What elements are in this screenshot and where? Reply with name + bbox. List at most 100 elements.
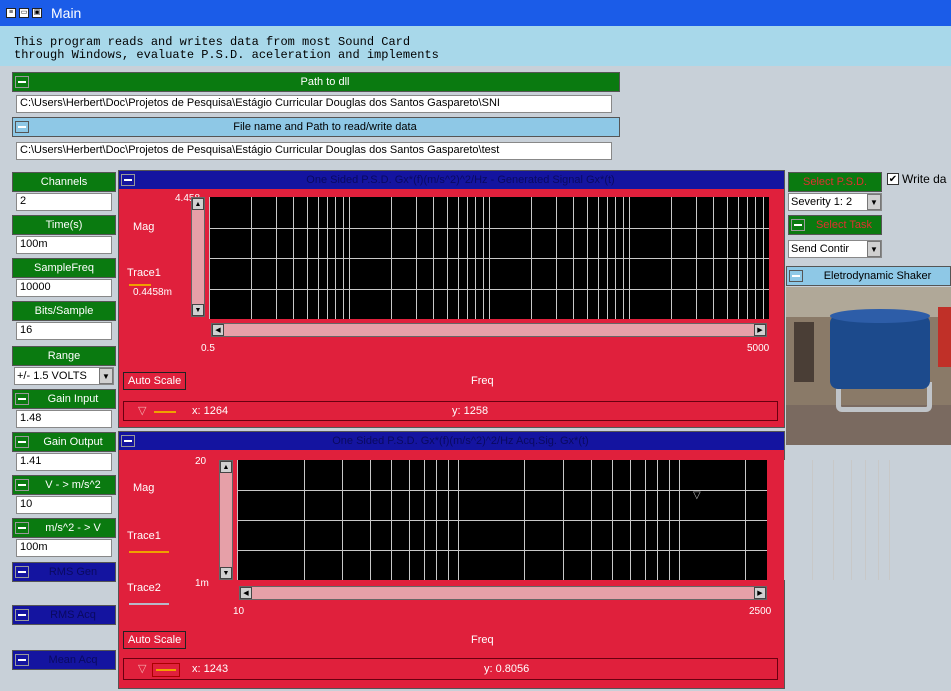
psd-generated-panel: One Sided P.S.D. Gx*(f)(m/s^2)^2/Hz - Ge…: [118, 170, 785, 428]
description-text: This program reads and writes data from …: [0, 26, 951, 66]
ms2-to-v-field[interactable]: 100m: [16, 539, 112, 557]
gain-input-label: Gain Input: [47, 393, 99, 405]
samplefreq-field[interactable]: 10000: [16, 279, 112, 297]
auto-scale-button[interactable]: Auto Scale: [123, 372, 187, 390]
cursor-x: x: 1264: [192, 405, 229, 417]
time-field[interactable]: 100m: [16, 236, 112, 254]
cursor-y: y: 1258: [452, 405, 489, 417]
collapse-icon[interactable]: [15, 522, 29, 534]
time-label: Time(s): [45, 219, 83, 231]
shaker-header: Eletrodynamic Shaker: [786, 266, 951, 286]
x-scrollbar[interactable]: ◀ ▶: [211, 323, 767, 337]
v-to-ms2-header: V - > m/s^2: [12, 475, 116, 495]
select-psd-label: Select P.S.D.: [803, 176, 867, 188]
y-axis-label: Mag: [133, 221, 155, 233]
scroll-up-icon[interactable]: ▲: [192, 198, 204, 210]
photo-equipment: [938, 307, 951, 367]
psd-generated-header: One Sided P.S.D. Gx*(f)(m/s^2)^2/Hz - Ge…: [119, 171, 784, 189]
bits-field[interactable]: 16: [16, 322, 112, 340]
rms-gen-header: RMS Gen: [12, 562, 116, 582]
select-psd-value: Severity 1: 2: [791, 196, 853, 208]
collapse-icon[interactable]: [15, 479, 29, 491]
collapse-icon[interactable]: [15, 609, 29, 621]
minimize-icon[interactable]: ▭: [19, 8, 29, 18]
collapse-icon[interactable]: [15, 393, 29, 405]
restore-icon[interactable]: ▣: [32, 8, 42, 18]
shaker-top: [830, 309, 930, 323]
grid-line: [833, 460, 834, 580]
select-task-dropdown[interactable]: Send Contir ▼: [788, 240, 882, 258]
scroll-down-icon[interactable]: ▼: [192, 304, 204, 316]
collapse-icon[interactable]: [15, 121, 29, 133]
select-psd-header: Select P.S.D.: [788, 172, 882, 192]
collapse-icon[interactable]: [15, 76, 29, 88]
gain-output-label: Gain Output: [43, 436, 103, 448]
scroll-left-icon[interactable]: ◀: [212, 324, 224, 336]
dll-path-field[interactable]: C:\Users\Herbert\Doc\Projetos de Pesquis…: [16, 95, 612, 113]
x-scrollbar[interactable]: ◀ ▶: [239, 586, 767, 600]
chevron-down-icon[interactable]: ▼: [867, 194, 881, 210]
grid-line: [889, 460, 891, 580]
cursor-triangle-icon[interactable]: ▽: [138, 404, 146, 417]
collapse-icon[interactable]: [15, 436, 29, 448]
datafile-header: File name and Path to read/write data: [12, 117, 620, 137]
grid-line: [209, 227, 769, 229]
scroll-left-icon[interactable]: ◀: [240, 587, 252, 599]
datafile-path-field[interactable]: C:\Users\Herbert\Doc\Projetos de Pesquis…: [16, 142, 612, 160]
scroll-right-icon[interactable]: ▶: [754, 587, 766, 599]
grid-line: [865, 460, 867, 580]
cursor-readout[interactable]: ▽ x: 1264 y: 1258: [123, 401, 778, 421]
collapse-icon[interactable]: [15, 654, 29, 666]
dll-header: Path to dll: [12, 72, 620, 92]
mean-acq-header: Mean Acq: [12, 650, 116, 670]
grid-line: [237, 550, 767, 551]
psd-acquired-header: One Sided P.S.D. Gx*(f)(m/s^2)^2/Hz Acq.…: [119, 432, 784, 450]
psd-generated-title: One Sided P.S.D. Gx*(f)(m/s^2)^2/Hz - Ge…: [306, 174, 615, 186]
bits-label: Bits/Sample: [34, 305, 94, 317]
collapse-icon[interactable]: [15, 566, 29, 578]
range-header: Range: [12, 346, 116, 366]
window-title: Main: [51, 5, 82, 21]
window-titlebar: ≡ ▭ ▣ Main: [0, 0, 951, 26]
auto-scale-button[interactable]: Auto Scale: [123, 631, 187, 649]
collapse-icon[interactable]: [789, 270, 803, 282]
trace2-swatch: [129, 603, 169, 605]
select-psd-dropdown[interactable]: Severity 1: 2 ▼: [788, 193, 882, 211]
cursor-marker-icon[interactable]: ▽: [693, 490, 701, 501]
cursor-swatch: [156, 669, 176, 671]
app-icon[interactable]: ≡: [6, 8, 16, 18]
x-max-label: 2500: [749, 606, 772, 617]
psd-generated-plot-area[interactable]: [209, 197, 769, 319]
v-to-ms2-field[interactable]: 10: [16, 496, 112, 514]
select-task-value: Send Contir: [791, 243, 850, 255]
scroll-up-icon[interactable]: ▲: [220, 461, 232, 473]
range-label: Range: [47, 350, 81, 362]
chevron-down-icon[interactable]: ▼: [867, 241, 881, 257]
gain-input-field[interactable]: 1.48: [16, 410, 112, 428]
rms-acq-header: RMS Acq: [12, 605, 116, 625]
shaker-label: Eletrodynamic Shaker: [823, 270, 932, 282]
trace1-label: Trace1: [127, 267, 161, 279]
scroll-right-icon[interactable]: ▶: [754, 324, 766, 336]
chevron-down-icon[interactable]: ▼: [99, 368, 113, 384]
gain-output-field[interactable]: 1.41: [16, 453, 112, 471]
channels-field[interactable]: 2: [16, 193, 112, 211]
y-scrollbar[interactable]: ▲ ▼: [191, 197, 205, 317]
collapse-icon[interactable]: [121, 435, 135, 447]
collapse-icon[interactable]: [121, 174, 135, 186]
trace2-label: Trace2: [127, 582, 161, 594]
grid-line: [784, 460, 785, 580]
cursor-triangle-icon[interactable]: ▽: [138, 662, 146, 675]
write-data-checkbox[interactable]: ✔: [887, 173, 899, 185]
x-max-label: 5000: [747, 343, 770, 354]
psd-acquired-plot-area[interactable]: ▽: [237, 460, 891, 580]
dll-header-label: Path to dll: [300, 76, 350, 88]
collapse-icon[interactable]: [791, 219, 805, 231]
cursor-readout[interactable]: ▽ x: 1243 y: 0.8056: [123, 658, 778, 680]
y-scrollbar[interactable]: ▲ ▼: [219, 460, 233, 580]
y-axis-label: Mag: [133, 482, 155, 494]
range-select[interactable]: +/- 1.5 VOLTS ▼: [14, 367, 114, 385]
scroll-down-icon[interactable]: ▼: [220, 567, 232, 579]
trace1-swatch: [129, 284, 151, 286]
write-data-checkbox-row[interactable]: ✔ Write da: [887, 172, 946, 186]
